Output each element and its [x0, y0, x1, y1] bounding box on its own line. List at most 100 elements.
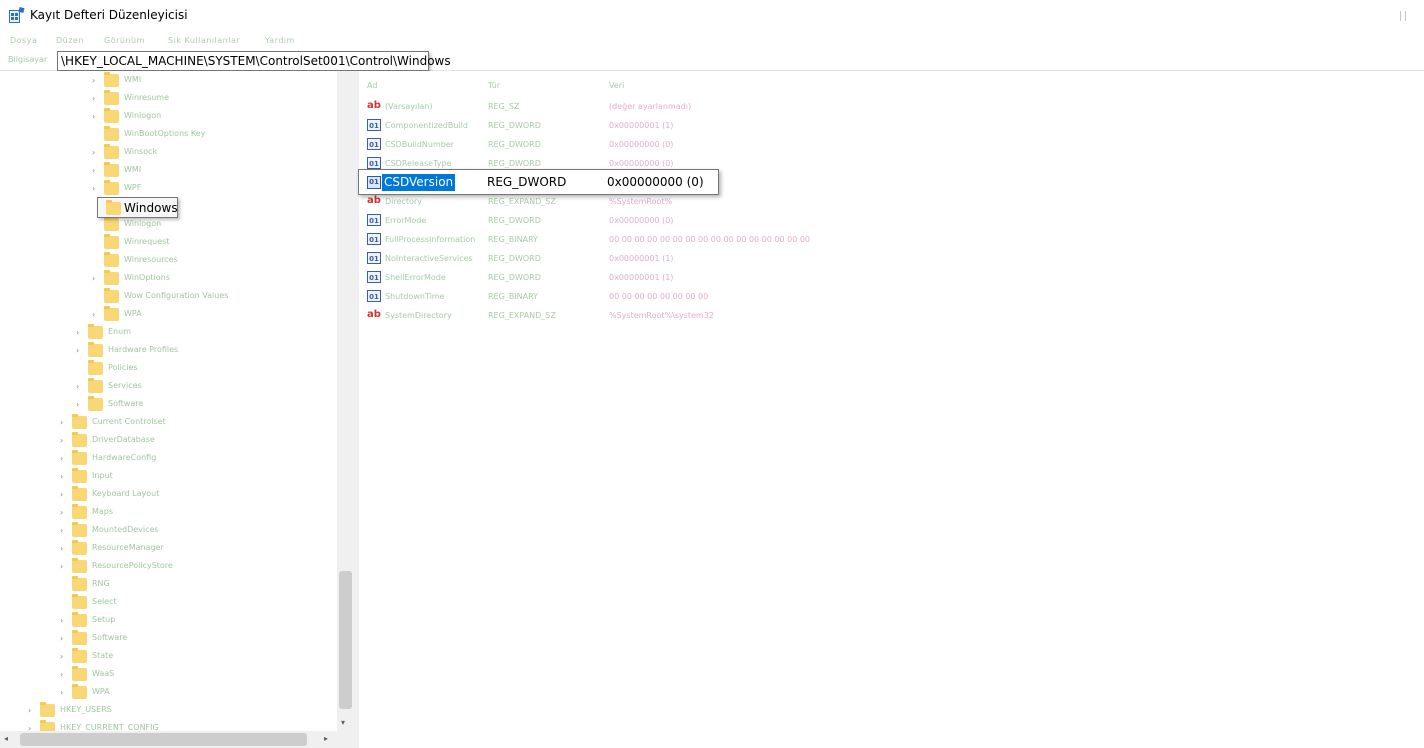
chevron-right-icon[interactable]: ›: [60, 616, 63, 625]
tree-item[interactable]: › WinOptions: [0, 270, 340, 288]
value-row-tooltip-csdversion[interactable]: 01 CSDVersion REG_DWORD 0x00000000 (0): [358, 169, 719, 195]
tree-item[interactable]: › Hardware Profiles: [0, 342, 340, 360]
chevron-right-icon[interactable]: ›: [92, 94, 95, 103]
value-row[interactable]: 01 ShellErrorMode REG_DWORD 0x00000001 (1): [359, 268, 1419, 287]
value-row[interactable]: 01 ShutdownTime REG_BINARY 00 00 00 00 00 0…: [359, 287, 1419, 306]
chevron-right-icon[interactable]: ›: [92, 310, 95, 319]
tree-horizontal-scrollbar[interactable]: ◂ ▸: [0, 731, 337, 748]
tree-item-label: Hardware Profiles: [108, 345, 179, 354]
value-row[interactable]: 01 ErrorMode REG_DWORD 0x00000000 (0): [359, 211, 1419, 230]
tree-item-label: Winrequest: [124, 237, 170, 246]
scrollbar-thumb[interactable]: [20, 733, 307, 746]
folder-icon: [104, 144, 119, 159]
chevron-right-icon[interactable]: ›: [60, 454, 63, 463]
scrollbar-thumb[interactable]: [339, 571, 352, 709]
value-row[interactable]: 01 FullProcessInformation REG_BINARY 00 00 …: [359, 230, 1419, 249]
menu-view[interactable]: Görünüm: [104, 36, 145, 45]
tree-item[interactable]: › Keyboard Layout: [0, 486, 340, 504]
chevron-right-icon[interactable]: ›: [60, 652, 63, 661]
chevron-right-icon[interactable]: ›: [92, 76, 95, 85]
tree-item[interactable]: › Winlogon: [0, 108, 340, 126]
tree-item[interactable]: › Maps: [0, 504, 340, 522]
chevron-right-icon[interactable]: ›: [92, 184, 95, 193]
folder-icon: [72, 648, 87, 663]
value-row[interactable]: 01 NoInteractiveServices REG_DWORD 0x000000…: [359, 249, 1419, 268]
tree-item[interactable]: › ResourcePolicyStore: [0, 558, 340, 576]
tree-item-label: WMI: [124, 75, 142, 84]
tree-item[interactable]: › ResourceManager: [0, 540, 340, 558]
menu-file[interactable]: Dosya: [10, 36, 37, 45]
chevron-right-icon[interactable]: ›: [60, 634, 63, 643]
chevron-right-icon[interactable]: ›: [92, 112, 95, 121]
tree-item[interactable]: › Setup: [0, 612, 340, 630]
tree-item[interactable]: Select: [0, 594, 340, 612]
tree-item[interactable]: › WMI: [0, 72, 340, 90]
key-tree[interactable]: › WMI › Winresume › Winlogon WinBootOptions…: [0, 71, 354, 748]
chevron-right-icon[interactable]: ›: [92, 148, 95, 157]
tree-item[interactable]: › WPF: [0, 180, 340, 198]
tree-item[interactable]: › Services: [0, 378, 340, 396]
tree-item[interactable]: WinBootOptions Key: [0, 126, 340, 144]
tree-item[interactable]: RNG: [0, 576, 340, 594]
tree-item-tooltip-windows[interactable]: Windows: [97, 197, 178, 218]
tree-item[interactable]: › State: [0, 648, 340, 666]
tree-item[interactable]: › DriverDatabase: [0, 432, 340, 450]
window-title: Kayıt Defteri Düzenleyicisi: [30, 8, 188, 22]
chevron-right-icon[interactable]: ›: [60, 472, 63, 481]
menu-edit[interactable]: Düzen: [56, 36, 84, 45]
tree-item[interactable]: › Software: [0, 396, 340, 414]
value-row[interactable]: ab (Varsayılan) REG_SZ (değer ayarlanmadı): [359, 97, 1419, 116]
address-bar[interactable]: Bilgisayar \HKEY_LOCAL_MACHINE\SYSTEM\Co…: [0, 50, 1424, 71]
chevron-right-icon[interactable]: ▸: [324, 734, 328, 743]
column-header-type[interactable]: Tür: [488, 81, 500, 90]
chevron-right-icon[interactable]: ›: [60, 490, 63, 499]
chevron-right-icon[interactable]: ›: [60, 688, 63, 697]
tree-item[interactable]: Winresources: [0, 252, 340, 270]
chevron-right-icon[interactable]: ›: [60, 526, 63, 535]
window-control-icon[interactable]: [1400, 11, 1406, 21]
chevron-right-icon[interactable]: ›: [76, 346, 79, 355]
chevron-right-icon[interactable]: ›: [60, 436, 63, 445]
column-header-name[interactable]: Ad: [367, 81, 377, 90]
tree-item[interactable]: › HKEY_USERS: [0, 702, 340, 720]
column-header-data[interactable]: Veri: [609, 81, 624, 90]
tree-item[interactable]: › WPA: [0, 306, 340, 324]
chevron-right-icon[interactable]: ›: [28, 706, 31, 715]
folder-icon: [104, 108, 119, 123]
value-name-selected[interactable]: CSDVersion: [382, 174, 456, 191]
value-row[interactable]: 01 CSDBuildNumber REG_DWORD 0x00000000 (0): [359, 135, 1419, 154]
chevron-right-icon[interactable]: ›: [60, 508, 63, 517]
tree-item[interactable]: › HardwareConfig: [0, 450, 340, 468]
tree-item[interactable]: › Software: [0, 630, 340, 648]
chevron-right-icon[interactable]: ›: [76, 328, 79, 337]
chevron-right-icon[interactable]: ›: [76, 400, 79, 409]
chevron-right-icon[interactable]: ›: [76, 382, 79, 391]
tree-item[interactable]: › WPA: [0, 684, 340, 702]
chevron-right-icon[interactable]: ›: [60, 670, 63, 679]
menu-favorites[interactable]: Sık Kullanılanlar: [168, 36, 240, 45]
tree-item[interactable]: › Current Controlset: [0, 414, 340, 432]
tree-item[interactable]: › Winsock: [0, 144, 340, 162]
value-row[interactable]: ab SystemDirectory REG_EXPAND_SZ %SystemRoo…: [359, 306, 1419, 325]
tree-vertical-scrollbar[interactable]: ▾: [337, 71, 354, 731]
tree-item[interactable]: › WMI: [0, 162, 340, 180]
chevron-right-icon[interactable]: ›: [60, 418, 63, 427]
chevron-right-icon[interactable]: ›: [92, 274, 95, 283]
tree-item[interactable]: › Input: [0, 468, 340, 486]
chevron-left-icon[interactable]: ◂: [4, 734, 8, 743]
tree-item[interactable]: Winrequest: [0, 234, 340, 252]
tree-item[interactable]: › WaaS: [0, 666, 340, 684]
tree-item[interactable]: Wow Configuration Values: [0, 288, 340, 306]
tree-item[interactable]: › Winresume: [0, 90, 340, 108]
chevron-right-icon[interactable]: ›: [60, 544, 63, 553]
tree-item[interactable]: Policies: [0, 360, 340, 378]
tree-item[interactable]: Winlogon: [0, 216, 340, 234]
menu-help[interactable]: Yardım: [265, 36, 295, 45]
menu-bar: Dosya Düzen Görünüm Sık Kullanılanlar Ya…: [0, 32, 1424, 50]
value-row[interactable]: 01 ComponentizedBuild REG_DWORD 0x00000001 …: [359, 116, 1419, 135]
tree-item[interactable]: › MountedDevices: [0, 522, 340, 540]
chevron-right-icon[interactable]: ›: [60, 562, 63, 571]
chevron-right-icon[interactable]: ›: [92, 166, 95, 175]
tree-item[interactable]: › Enum: [0, 324, 340, 342]
chevron-down-icon[interactable]: ▾: [341, 718, 345, 727]
